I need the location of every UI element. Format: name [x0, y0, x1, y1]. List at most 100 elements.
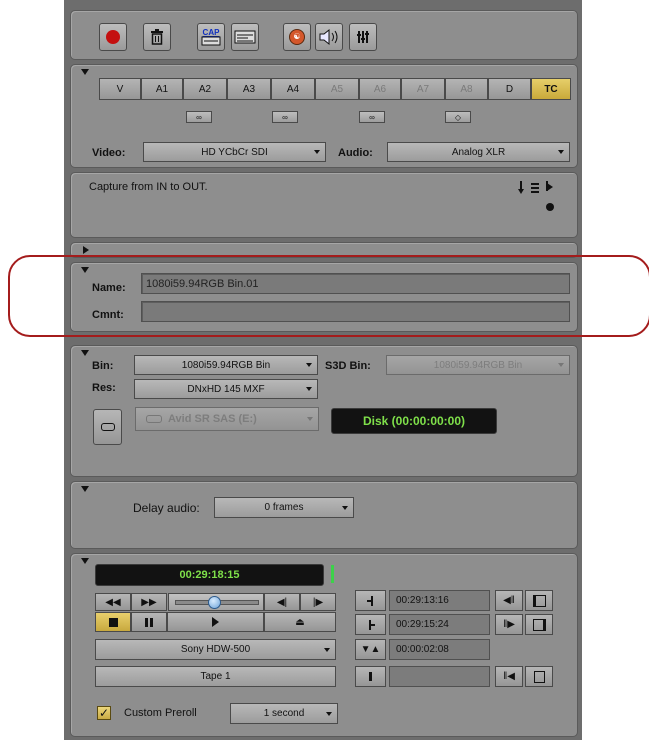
- clear-memory-button[interactable]: [525, 666, 553, 687]
- track-button-a1[interactable]: A1: [141, 78, 183, 100]
- go-to-out-button[interactable]: ‖▶: [495, 614, 523, 635]
- mark-in-timecode[interactable]: 00:29:13:16: [389, 590, 490, 611]
- audio-input-value: Analog XLR: [451, 146, 506, 158]
- chevron-down-icon: [306, 387, 312, 391]
- svg-text:CAP: CAP: [203, 28, 221, 37]
- fast-forward-button[interactable]: ▶▶: [131, 593, 167, 611]
- deck-select[interactable]: Sony HDW-500: [95, 639, 336, 660]
- play-button[interactable]: [167, 612, 264, 632]
- chevron-down-icon: [342, 505, 348, 510]
- chevron-down-icon: [307, 417, 313, 421]
- timecode-display: 00:29:18:15: [95, 564, 324, 586]
- duration-button[interactable]: ▼▲: [355, 639, 386, 660]
- go-to-in-button[interactable]: ◀‖: [495, 590, 523, 611]
- chevron-down-icon: [306, 363, 312, 367]
- res-label: Res:: [92, 382, 116, 394]
- rewind-button[interactable]: ◀◀: [95, 593, 131, 611]
- hard-drive-icon: [146, 415, 162, 423]
- memory-mark-button[interactable]: [355, 666, 386, 687]
- bin-select[interactable]: 1080i59.94RGB Bin: [134, 355, 318, 375]
- record-button[interactable]: [99, 23, 127, 51]
- delay-audio-select[interactable]: 0 frames: [214, 497, 354, 518]
- stop-button[interactable]: [95, 612, 131, 632]
- message-panel: Capture from IN to OUT.: [70, 172, 578, 238]
- video-input-value: HD YCbCr SDI: [201, 146, 268, 158]
- video-input-select[interactable]: HD YCbCr SDI: [143, 142, 326, 162]
- expand-triangle-icon[interactable]: [83, 246, 89, 254]
- duration-timecode[interactable]: 00:00:02:08: [389, 639, 490, 660]
- pause-button[interactable]: [131, 612, 167, 632]
- custom-preroll-checkbox[interactable]: ✓: [97, 706, 111, 720]
- mark-out-button[interactable]: [355, 614, 386, 635]
- shuttle-thumb[interactable]: [208, 596, 221, 609]
- tape-name-button[interactable]: Tape 1: [95, 666, 336, 687]
- single-drive-toggle[interactable]: [93, 409, 122, 445]
- s3d-bin-label: S3D Bin:: [325, 360, 371, 372]
- s3d-bin-select[interactable]: 1080i59.94RGB Bin: [386, 355, 570, 375]
- deck-icon: [234, 30, 256, 44]
- track-button-tc[interactable]: TC: [531, 78, 571, 100]
- s3d-bin-value: 1080i59.94RGB Bin: [433, 359, 523, 371]
- track-button-a2[interactable]: A2: [183, 78, 227, 100]
- checkmark-icon: ✓: [98, 706, 110, 720]
- resolution-select[interactable]: DNxHD 145 MXF: [134, 379, 318, 399]
- track-button-a4[interactable]: A4: [271, 78, 315, 100]
- clear-out-button[interactable]: [525, 614, 553, 635]
- track-button-v[interactable]: V: [99, 78, 141, 100]
- drive-select[interactable]: Avid SR SAS (E:): [135, 407, 319, 431]
- record-icon: [106, 30, 120, 44]
- link-a3-a4-button[interactable]: ∞: [272, 111, 298, 123]
- collapse-triangle-icon[interactable]: [81, 558, 89, 564]
- clear-memory-icon: [533, 670, 545, 683]
- track-button-a7[interactable]: A7: [401, 78, 445, 100]
- collapse-triangle-icon[interactable]: [81, 486, 89, 492]
- trash-button[interactable]: [143, 23, 171, 51]
- pause-icon-bar: [150, 617, 153, 627]
- in-out-marks-icon: [518, 181, 554, 211]
- chevron-down-icon: [314, 150, 320, 154]
- mark-in-button[interactable]: [355, 590, 386, 611]
- link-a1-a2-button[interactable]: ∞: [186, 111, 212, 123]
- deck-name-value: Sony HDW-500: [180, 644, 251, 655]
- highlight-outline: [8, 255, 649, 337]
- log-mode-button[interactable]: [231, 23, 259, 51]
- preroll-select[interactable]: 1 second: [230, 703, 338, 724]
- mixer-icon: [357, 31, 369, 43]
- step-forward-button[interactable]: |▶: [300, 593, 336, 611]
- link-a5-a6-button[interactable]: ∞: [359, 111, 385, 123]
- source-toggle-icon: ☯: [289, 29, 305, 45]
- toggle-source-button[interactable]: ☯: [283, 23, 311, 51]
- toolbar-panel: CAP ☯: [70, 10, 578, 60]
- audio-mixer-button[interactable]: [349, 23, 377, 51]
- audio-input-select[interactable]: Analog XLR: [387, 142, 570, 162]
- capture-mode-button[interactable]: CAP: [197, 23, 225, 51]
- track-button-a5[interactable]: A5: [315, 78, 359, 100]
- bin-label: Bin:: [92, 360, 114, 372]
- memory-mark-icon: [369, 672, 372, 681]
- clear-in-icon: [532, 594, 546, 607]
- step-back-button[interactable]: ◀|: [264, 593, 300, 611]
- track-button-a6[interactable]: A6: [359, 78, 401, 100]
- trash-icon: [151, 29, 163, 45]
- eject-button[interactable]: ⏏: [264, 612, 336, 632]
- clear-in-button[interactable]: [525, 590, 553, 611]
- drive-value: Avid SR SAS (E:): [168, 413, 257, 425]
- resolution-value: DNxHD 145 MXF: [187, 383, 265, 395]
- capture-message: Capture from IN to OUT.: [89, 181, 208, 193]
- cap-icon: CAP: [201, 28, 221, 46]
- link-a7-a8-button[interactable]: ◇: [445, 111, 471, 123]
- track-button-a3[interactable]: A3: [227, 78, 271, 100]
- chevron-down-icon: [558, 363, 564, 367]
- collapse-triangle-icon[interactable]: [81, 69, 89, 75]
- memory-mark-timecode[interactable]: [389, 666, 490, 687]
- shuttle-slider[interactable]: [168, 593, 264, 611]
- mark-out-timecode[interactable]: 00:29:15:24: [389, 614, 490, 635]
- drive-link-icon: [100, 423, 115, 431]
- speaker-icon: [319, 28, 338, 46]
- track-button-a8[interactable]: A8: [445, 78, 488, 100]
- preroll-value: 1 second: [263, 708, 305, 719]
- collapse-triangle-icon[interactable]: [81, 350, 89, 356]
- track-button-d[interactable]: D: [488, 78, 531, 100]
- go-to-memory-button[interactable]: ‖◀: [495, 666, 523, 687]
- audio-tool-button[interactable]: [315, 23, 343, 51]
